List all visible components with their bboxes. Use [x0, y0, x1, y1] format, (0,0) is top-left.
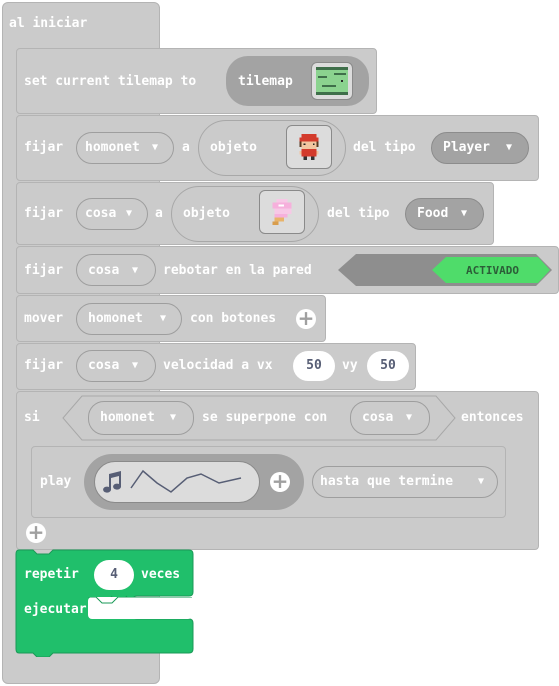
caret-down-icon: ▼	[478, 476, 485, 487]
caret-down-icon: ▼	[132, 360, 139, 371]
caret-down-icon: ▼	[126, 208, 133, 219]
tilemap-thumbnail-icon[interactable]	[311, 62, 353, 100]
vy-label: vy	[342, 358, 358, 373]
caret-down-icon: ▼	[152, 142, 159, 153]
ejecutar-label: ejecutar	[24, 602, 87, 617]
plus-icon[interactable]: +	[270, 471, 290, 492]
caret-down-icon: ▼	[461, 208, 468, 219]
player-sprite-icon[interactable]	[286, 125, 332, 169]
caret-down-icon: ▼	[132, 265, 139, 276]
variable-cosa-label: cosa	[85, 206, 117, 221]
variable-cosa-label: cosa	[362, 410, 394, 425]
caret-down-icon: ▼	[506, 142, 513, 153]
on-start-label: al iniciar	[9, 16, 88, 31]
ice-cream-sprite-icon[interactable]	[259, 190, 305, 234]
music-note-icon	[103, 471, 121, 493]
play-label: play	[40, 474, 72, 489]
fijar-label: fijar	[24, 263, 64, 278]
bounce-label: rebotar en la pared	[163, 263, 312, 278]
a-label: a	[182, 140, 190, 155]
variable-cosa-label: cosa	[88, 358, 120, 373]
kind-player-label: Player	[443, 140, 490, 155]
a-label: a	[155, 206, 163, 221]
kind-food-label: Food	[417, 206, 449, 221]
repeat-label: repetir	[24, 567, 79, 582]
repeat-count-input[interactable]: 4	[94, 560, 134, 590]
fijar-label: fijar	[24, 358, 64, 373]
play-mode-label: hasta que termine	[320, 474, 454, 489]
melody-preview[interactable]	[94, 461, 260, 503]
toggle-label: ACTIVADO	[466, 264, 519, 277]
plus-icon[interactable]: +	[296, 308, 316, 329]
fijar-label: fijar	[24, 206, 64, 221]
del-tipo-label: del tipo	[327, 206, 390, 221]
plus-icon[interactable]: +	[26, 522, 46, 543]
velocity-label: velocidad a vx	[163, 358, 273, 373]
overlaps-label: se superpone con	[202, 410, 328, 425]
loop-slot[interactable]	[88, 597, 192, 619]
move-label: mover	[24, 311, 64, 326]
fijar-label: fijar	[24, 140, 64, 155]
toggle-switch[interactable]	[338, 252, 554, 288]
caret-down-icon: ▼	[170, 412, 177, 423]
veces-label: veces	[141, 567, 181, 582]
variable-homonet-label: homonet	[85, 140, 140, 155]
set-tilemap-label: set current tilemap to	[24, 74, 197, 89]
caret-down-icon: ▼	[406, 412, 413, 423]
variable-homonet-label: homonet	[88, 311, 143, 326]
if-block-body-gap	[17, 446, 31, 518]
variable-cosa-label: cosa	[88, 263, 120, 278]
entonces-label: entonces	[461, 410, 524, 425]
si-label: si	[24, 410, 40, 425]
objeto-label: objeto	[210, 140, 257, 155]
objeto-label: objeto	[183, 206, 230, 221]
tilemap-label: tilemap	[238, 74, 293, 89]
vx-input[interactable]: 50	[293, 351, 335, 381]
variable-homonet-label: homonet	[100, 410, 155, 425]
del-tipo-label: del tipo	[353, 140, 416, 155]
vy-input[interactable]: 50	[367, 351, 409, 381]
caret-down-icon: ▼	[160, 313, 167, 324]
con-botones-label: con botones	[190, 311, 277, 326]
